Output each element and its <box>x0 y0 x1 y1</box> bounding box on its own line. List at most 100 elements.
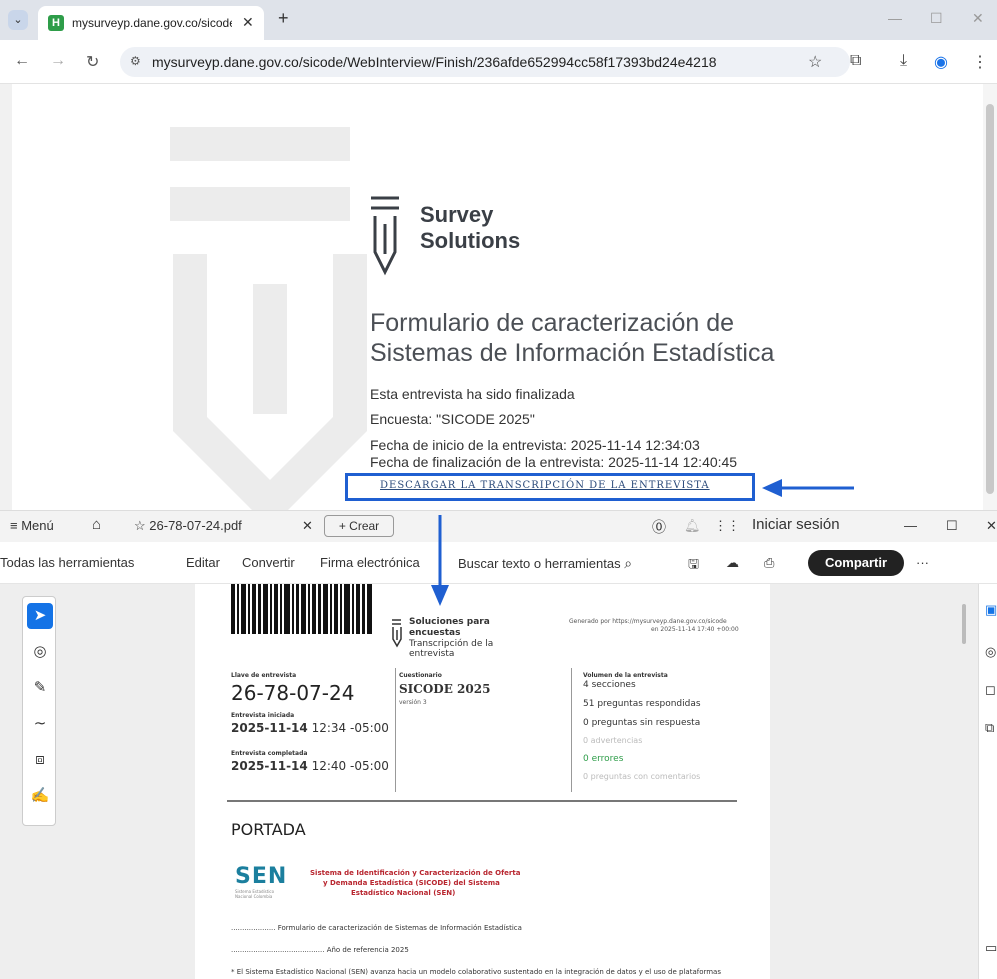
key-label: Llave de entrevista <box>231 672 297 679</box>
pdf-minimize-icon[interactable]: — <box>904 518 917 533</box>
comment-icon[interactable]: ◎ <box>27 639 53 665</box>
page-scrollbar-thumb[interactable] <box>986 104 994 494</box>
create-label: Crear <box>349 519 380 533</box>
edit-menu[interactable]: Editar <box>186 555 220 570</box>
pdf-close-icon[interactable]: ✕ <box>986 518 997 534</box>
column-divider-2 <box>571 668 572 792</box>
questionnaire-label: Cuestionario <box>399 672 442 679</box>
column-divider-1 <box>395 668 396 792</box>
draw-freehand-icon[interactable]: ∼ <box>27 711 53 737</box>
doc-brand-line-1: Soluciones para <box>409 617 490 627</box>
print-icon[interactable]: ⎙ <box>764 555 774 571</box>
save-icon[interactable]: 🖫︎ <box>688 555 699 577</box>
home-icon[interactable]: ⌂ <box>92 516 101 533</box>
pdf-body: ➤ ◎ ✎ ∼ ⧈ ✍ Soluciones para encuestas Tr… <box>0 584 997 979</box>
maximize-icon[interactable]: ☐ <box>930 10 943 27</box>
sen-logo: SEN <box>235 864 287 889</box>
logo-line-2: Solutions <box>420 228 521 253</box>
completed-value: 2025-11-14 12:40 -05:00 <box>231 759 389 773</box>
download-icon[interactable]: ⤓ <box>900 52 907 70</box>
section-title: PORTADA <box>231 820 306 839</box>
pdf-maximize-icon[interactable]: ☐ <box>946 518 958 534</box>
survey-name: Encuesta: "SICODE 2025" <box>370 411 535 427</box>
url-bar[interactable]: ⚙ mysurveyp.dane.gov.co/sicode/WebInterv… <box>120 47 850 77</box>
form-title-line-2: Sistemas de Información Estadística <box>370 339 775 367</box>
completed-time: 12:40 -05:00 <box>311 759 389 773</box>
rail-page-number-icon[interactable]: ▭ <box>985 940 997 956</box>
pdf-toolbar: Todas las herramientas Editar Convertir … <box>0 542 997 584</box>
back-icon[interactable]: ← <box>14 52 30 70</box>
sen-logo-text: SEN <box>235 864 288 889</box>
text-box-icon[interactable]: ⧈ <box>27 747 53 773</box>
sections-count: 4 secciones <box>583 680 636 690</box>
arrow-down-annotation-icon <box>431 515 449 606</box>
sign-in-button[interactable]: Iniciar sesión <box>752 516 840 533</box>
new-tab-icon[interactable]: + <box>278 8 289 29</box>
comments-count: 0 preguntas con comentarios <box>583 772 701 781</box>
pdf-scrollbar-thumb[interactable] <box>962 604 966 644</box>
tab-close-icon[interactable]: ✕ <box>242 14 254 31</box>
page-scrollbar[interactable] <box>983 84 997 510</box>
profile-icon[interactable]: ◉ <box>934 52 948 72</box>
started-time: 12:34 -05:00 <box>311 721 389 735</box>
sen-title-line-1: Sistema de Identificación y Caracterizac… <box>310 869 521 877</box>
download-transcript-link[interactable]: DESCARGAR LA TRANSCRIPCIÓN DE LA ENTREVI… <box>380 480 710 491</box>
logo-line-1: Survey <box>420 202 494 227</box>
key-value: 26-78-07-24 <box>231 681 355 705</box>
volume-label: Volumen de la entrevista <box>583 672 668 679</box>
rail-pages-icon[interactable]: ⧉ <box>985 720 994 736</box>
sign-icon[interactable]: ✍ <box>27 783 53 809</box>
browser-tab[interactable]: H mysurveyp.dane.gov.co/sicode/ ✕ <box>38 6 264 40</box>
right-tools-rail: ▣ ◎ ◻ ⧉ ▭ <box>978 584 997 979</box>
errors-count: 0 errores <box>583 754 624 764</box>
notifications-icon[interactable]: 🔔︎ <box>684 518 701 534</box>
annotation-toolbar: ➤ ◎ ✎ ∼ ⧈ ✍ <box>22 596 56 826</box>
browser-tab-bar: ⌄ H mysurveyp.dane.gov.co/sicode/ ✕ + — … <box>0 0 997 40</box>
extensions-icon[interactable]: ⧉ <box>850 52 861 70</box>
forward-icon[interactable]: → <box>50 52 66 70</box>
select-cursor-icon[interactable]: ➤ <box>27 603 53 629</box>
finished-message: Esta entrevista ha sido finalizada <box>370 386 575 402</box>
generated-by-line-1: Generado por https://mysurveyp.dane.gov.… <box>569 618 727 625</box>
highlight-pen-icon[interactable]: ✎ <box>27 675 53 701</box>
share-button[interactable]: Compartir <box>808 550 904 576</box>
more-options-icon[interactable]: ··· <box>916 555 929 570</box>
reload-icon[interactable]: ↻ <box>86 52 99 72</box>
page-edge <box>0 84 12 510</box>
esign-menu[interactable]: Firma electrónica <box>320 555 420 570</box>
rail-edit-icon[interactable]: ▣ <box>985 602 997 618</box>
close-window-icon[interactable]: ✕ <box>972 10 984 27</box>
started-label: Entrevista iniciada <box>231 712 295 719</box>
convert-menu[interactable]: Convertir <box>242 555 295 570</box>
site-info-icon[interactable]: ⚙ <box>130 54 141 68</box>
barcode-image <box>231 584 372 634</box>
search-tools[interactable]: Buscar texto o herramientas ⌕ <box>458 555 632 572</box>
survey-finish-page: Survey Solutions Formulario de caracteri… <box>0 84 997 510</box>
more-menu-icon[interactable]: ⋮ <box>972 52 988 72</box>
url-text: mysurveyp.dane.gov.co/sicode/WebIntervie… <box>152 54 717 70</box>
doc-brand-line-2: encuestas <box>409 628 461 638</box>
completed-label: Entrevista completada <box>231 750 308 757</box>
questionnaire-value: SICODE 2025 <box>399 682 491 696</box>
apps-grid-icon[interactable]: ⋮⋮ <box>714 518 740 534</box>
help-icon[interactable]: ⓪ <box>652 517 666 537</box>
pdf-tab-close-icon[interactable]: ✕ <box>302 518 313 534</box>
menu-label: Menú <box>21 518 54 533</box>
upload-cloud-icon[interactable]: ☁ <box>726 555 739 571</box>
all-tools-menu[interactable]: Todas las herramientas <box>0 555 134 570</box>
doc-brand-logo-icon <box>392 619 402 648</box>
menu-button[interactable]: ≡ Menú <box>10 518 54 533</box>
pdf-file-tab[interactable]: ☆ 26-78-07-24.pdf <box>134 518 242 534</box>
minimize-icon[interactable]: — <box>888 10 902 26</box>
form-title: Formulario de caracterización de Sistema… <box>370 308 970 368</box>
started-date: 2025-11-14 <box>231 721 308 735</box>
pdf-app-titlebar: ≡ Menú ⌂ ☆ 26-78-07-24.pdf ✕ + Crear ⓪ 🔔… <box>0 510 997 542</box>
rail-comment-icon[interactable]: ◎ <box>985 644 996 660</box>
background-logo-watermark <box>170 127 367 510</box>
tab-search-chevron-icon[interactable]: ⌄ <box>8 10 28 30</box>
generated-by-line-2: en 2025-11-14 17:40 +00:00 <box>651 626 739 633</box>
rail-bookmark-icon[interactable]: ◻ <box>985 682 996 698</box>
download-highlight-box: DESCARGAR LA TRANSCRIPCIÓN DE LA ENTREVI… <box>345 473 755 501</box>
bookmark-star-icon[interactable]: ☆ <box>808 52 822 72</box>
create-button[interactable]: + Crear <box>324 515 394 537</box>
